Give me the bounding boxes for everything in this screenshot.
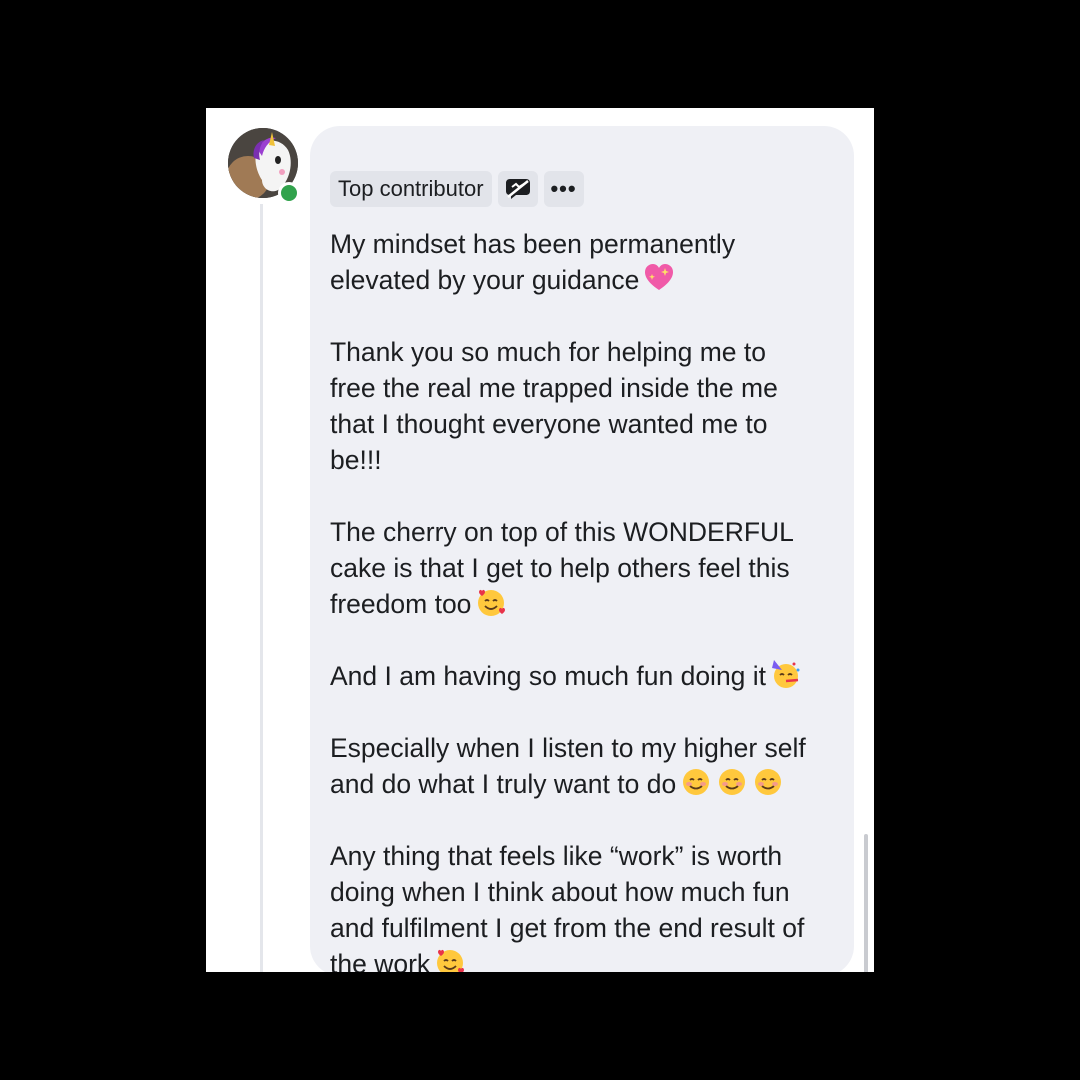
comment-header: Top contributor ••• bbox=[330, 170, 584, 208]
comment-bubble: Top contributor ••• My mindset has been … bbox=[310, 126, 854, 972]
smiling-face-icon bbox=[755, 769, 782, 795]
sparkling-heart-icon bbox=[645, 264, 674, 290]
paragraph-text: The cherry on top of this WONDERFUL cake… bbox=[330, 517, 794, 619]
comment-paragraph: The cherry on top of this WONDERFUL cake… bbox=[330, 514, 840, 622]
comment-paragraph: My mindset has been permanently elevated… bbox=[330, 226, 840, 298]
top-contributor-badge[interactable]: Top contributor bbox=[330, 171, 492, 207]
smiling-face-with-hearts-icon bbox=[437, 949, 465, 972]
chat-badge-icon[interactable] bbox=[497, 171, 538, 207]
paragraph-text: And I am having so much fun doing it bbox=[330, 661, 767, 691]
more-options-button[interactable]: ••• bbox=[543, 171, 584, 207]
comment-paragraph: And I am having so much fun doing it bbox=[330, 658, 840, 694]
comment-paragraph: Especially when I listen to my higher se… bbox=[330, 730, 840, 802]
smiling-face-with-hearts-icon bbox=[478, 589, 506, 616]
comment-text: My mindset has been permanently elevated… bbox=[330, 226, 840, 972]
smiling-face-icon bbox=[683, 769, 710, 795]
partying-face-icon bbox=[772, 660, 800, 688]
comment-paragraph: Thank you so much for helping me to free… bbox=[330, 334, 840, 478]
paragraph-text: Any thing that feels like “work” is wort… bbox=[330, 841, 805, 972]
reply-thread-line bbox=[260, 204, 263, 972]
comment-screen: Top contributor ••• My mindset has been … bbox=[206, 108, 874, 972]
scrollbar[interactable] bbox=[864, 834, 868, 972]
more-options-label: ••• bbox=[550, 176, 577, 201]
comment-paragraph: Any thing that feels like “work” is wort… bbox=[330, 838, 840, 972]
online-status-dot bbox=[278, 182, 300, 204]
paragraph-text: Thank you so much for helping me to free… bbox=[330, 337, 778, 475]
smiling-face-icon bbox=[719, 769, 746, 795]
